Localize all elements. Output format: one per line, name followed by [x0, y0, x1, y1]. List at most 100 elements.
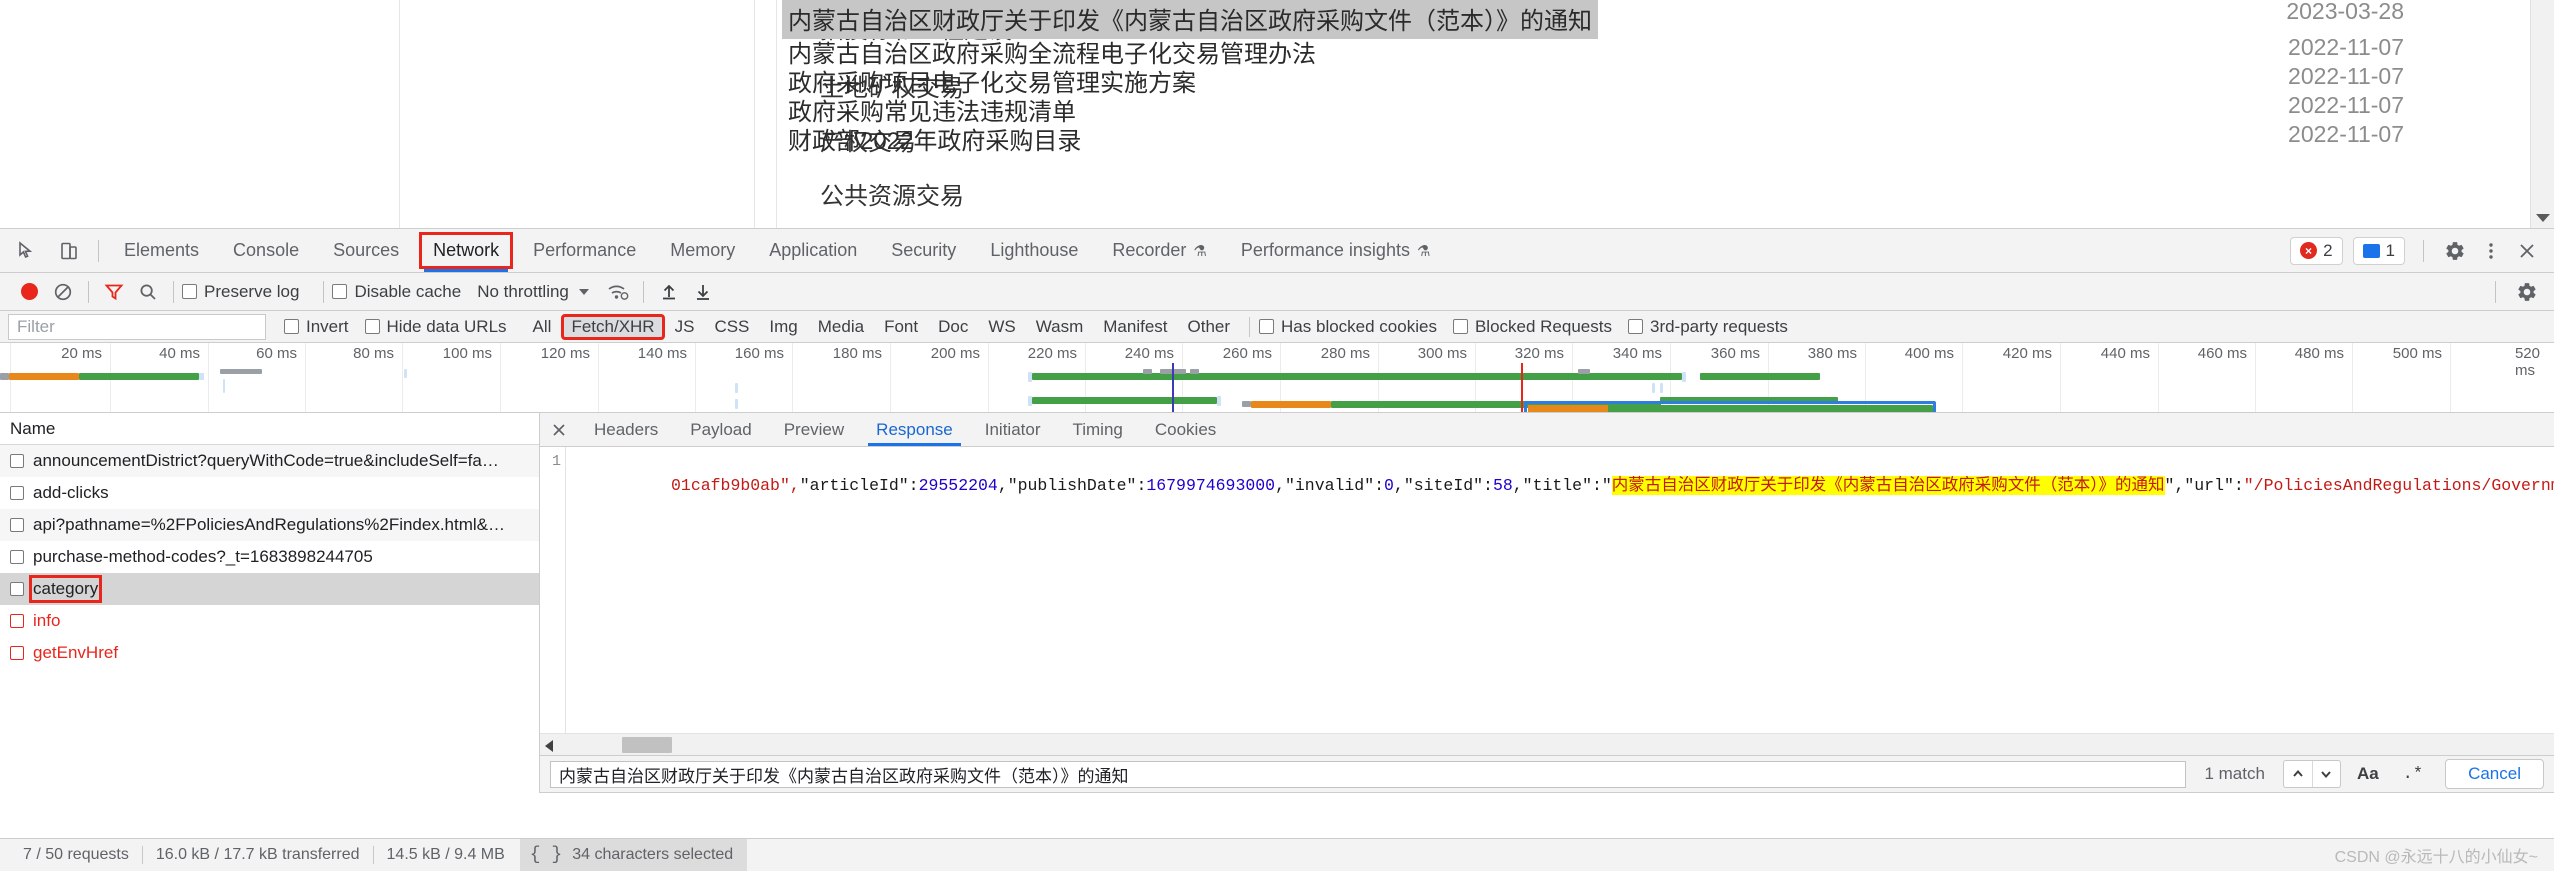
filter-toggle-button[interactable]	[97, 277, 131, 307]
table-row[interactable]: announcementDistrict?queryWithCode=true&…	[0, 445, 539, 477]
filter-type-js[interactable]: JS	[666, 315, 704, 339]
device-toolbar-icon[interactable]	[56, 238, 82, 264]
detail-tab-response[interactable]: Response	[860, 413, 969, 446]
tab-memory[interactable]: Memory	[653, 229, 752, 272]
filter-type-font[interactable]: Font	[875, 315, 927, 339]
disable-cache-checkbox[interactable]: Disable cache	[332, 282, 461, 302]
request-checkbox-icon[interactable]	[10, 454, 24, 468]
detail-tab-payload[interactable]: Payload	[674, 413, 767, 446]
import-har-button[interactable]	[652, 277, 686, 307]
page-article-row[interactable]: 财政部2022年政府采购目录 2022-11-07	[780, 121, 2534, 155]
regex-toggle[interactable]: .*	[2395, 765, 2431, 784]
request-name-category[interactable]: category	[28, 575, 103, 603]
tab-console[interactable]: Console	[216, 229, 316, 272]
table-row-selected[interactable]: category	[0, 573, 539, 605]
tab-lighthouse[interactable]: Lighthouse	[973, 229, 1095, 272]
close-devtools-icon[interactable]	[2514, 238, 2540, 264]
close-detail-icon[interactable]	[540, 413, 578, 446]
table-row[interactable]: getEnvHref	[0, 637, 539, 669]
export-har-button[interactable]	[686, 277, 720, 307]
page-article-row[interactable]: 内蒙古自治区财政厅关于印发《内蒙古自治区政府采购文件（范本）》的通知 2023-…	[780, 0, 2534, 39]
previous-match-icon[interactable]	[2284, 761, 2312, 787]
tab-recorder[interactable]: Recorder ⚗	[1095, 229, 1223, 272]
tab-security[interactable]: Security	[874, 229, 973, 272]
request-name[interactable]: announcementDistrict?queryWithCode=true&…	[33, 451, 499, 471]
page-article-row[interactable]: 政府采购项目电子化交易管理实施方案 2022-11-07	[780, 63, 2534, 97]
overview-selection-box[interactable]	[1524, 401, 1936, 412]
pretty-print-icon[interactable]: { }	[530, 845, 562, 865]
request-name[interactable]: purchase-method-codes?_t=1683898244705	[33, 547, 373, 567]
preserve-log-checkbox[interactable]: Preserve log	[182, 282, 299, 302]
web-page-content: 招投标和工程建设 土地矿权交易 产权交易 公共资源交易 内蒙古自治区财政厅关于印…	[0, 0, 2554, 228]
response-body-viewer[interactable]: 1 01cafb9b0ab","articleId":29552204,"pub…	[540, 447, 2554, 755]
filter-type-ws[interactable]: WS	[979, 315, 1024, 339]
filter-input[interactable]: Filter	[8, 313, 266, 340]
detail-tab-headers[interactable]: Headers	[578, 413, 674, 446]
tab-performance[interactable]: Performance	[516, 229, 653, 272]
request-checkbox-icon[interactable]	[10, 582, 24, 596]
match-case-toggle[interactable]: Aa	[2349, 764, 2387, 784]
more-options-icon[interactable]	[2478, 238, 2504, 264]
throttling-select[interactable]: No throttling	[477, 282, 589, 302]
clear-button[interactable]	[46, 277, 80, 307]
scroll-down-arrow-icon[interactable]	[2536, 214, 2550, 222]
page-article-row[interactable]: 内蒙古自治区政府采购全流程电子化交易管理办法 2022-11-07	[780, 34, 2534, 68]
table-row[interactable]: info	[0, 605, 539, 637]
invert-checkbox[interactable]: Invert	[284, 317, 349, 337]
blocked-requests-checkbox[interactable]: Blocked Requests	[1452, 317, 1612, 337]
request-checkbox-icon[interactable]	[10, 614, 24, 628]
scrollbar-thumb[interactable]	[622, 737, 672, 753]
tab-performance-insights[interactable]: Performance insights ⚗	[1224, 229, 1448, 272]
detail-tab-preview[interactable]: Preview	[768, 413, 860, 446]
table-row[interactable]: purchase-method-codes?_t=1683898244705	[0, 541, 539, 573]
request-checkbox-icon[interactable]	[10, 550, 24, 564]
filter-type-fetch-xhr[interactable]: Fetch/XHR	[561, 313, 665, 340]
filter-type-all[interactable]: All	[524, 315, 561, 339]
request-checkbox-icon[interactable]	[10, 646, 24, 660]
message-counter[interactable]: 1	[2352, 236, 2405, 265]
filter-type-wasm[interactable]: Wasm	[1027, 315, 1093, 339]
tab-network[interactable]: Network	[416, 229, 516, 272]
filter-type-css[interactable]: CSS	[705, 315, 758, 339]
error-counter[interactable]: × 2	[2290, 236, 2343, 265]
page-vertical-scrollbar[interactable]	[2530, 0, 2554, 228]
request-name[interactable]: info	[33, 611, 60, 631]
network-settings-gear-icon[interactable]	[2514, 279, 2540, 305]
tab-elements[interactable]: Elements	[107, 229, 216, 272]
network-conditions-button[interactable]	[601, 277, 635, 307]
inspect-element-icon[interactable]	[14, 238, 40, 264]
table-row[interactable]: add-clicks	[0, 477, 539, 509]
request-name[interactable]: getEnvHref	[33, 643, 118, 663]
hide-data-urls-checkbox[interactable]: Hide data URLs	[364, 317, 507, 337]
request-name[interactable]: add-clicks	[33, 483, 109, 503]
filter-type-img[interactable]: Img	[760, 315, 806, 339]
filter-type-doc[interactable]: Doc	[929, 315, 977, 339]
tab-sources[interactable]: Sources	[316, 229, 416, 272]
has-blocked-cookies-checkbox[interactable]: Has blocked cookies	[1259, 317, 1437, 337]
filter-type-manifest[interactable]: Manifest	[1094, 315, 1176, 339]
detail-tab-cookies[interactable]: Cookies	[1139, 413, 1232, 446]
request-checkbox-icon[interactable]	[10, 486, 24, 500]
record-button[interactable]	[12, 277, 46, 307]
table-row[interactable]: api?pathname=%2FPoliciesAndRegulations%2…	[0, 509, 539, 541]
search-input[interactable]: 内蒙古自治区财政厅关于印发《内蒙古自治区政府采购文件（范本）》的通知	[550, 760, 2187, 788]
filter-type-media[interactable]: Media	[809, 315, 873, 339]
settings-gear-icon[interactable]	[2442, 238, 2468, 264]
network-overview-timeline[interactable]: 20 ms 40 ms 60 ms 80 ms 100 ms 120 ms 14…	[0, 343, 2554, 413]
response-horizontal-scrollbar[interactable]	[540, 733, 2554, 755]
detail-tab-timing[interactable]: Timing	[1056, 413, 1138, 446]
tab-application[interactable]: Application	[752, 229, 874, 272]
filter-type-other[interactable]: Other	[1179, 315, 1240, 339]
request-list-header[interactable]: Name	[0, 413, 539, 445]
detail-tab-initiator[interactable]: Initiator	[969, 413, 1057, 446]
request-name[interactable]: api?pathname=%2FPoliciesAndRegulations%2…	[33, 515, 505, 535]
request-checkbox-icon[interactable]	[10, 518, 24, 532]
search-toggle-button[interactable]	[131, 277, 165, 307]
third-party-requests-checkbox[interactable]: 3rd-party requests	[1627, 317, 1788, 337]
scroll-left-arrow-icon[interactable]	[545, 740, 553, 752]
page-article-row[interactable]: 政府采购常见违法违规清单 2022-11-07	[780, 92, 2534, 126]
page-article-title[interactable]: 财政部2022年政府采购目录	[788, 121, 1081, 156]
cancel-button[interactable]: Cancel	[2445, 759, 2544, 789]
response-code-line[interactable]: 01cafb9b0ab","articleId":29552204,"publi…	[572, 452, 2554, 514]
next-match-icon[interactable]	[2311, 761, 2340, 787]
